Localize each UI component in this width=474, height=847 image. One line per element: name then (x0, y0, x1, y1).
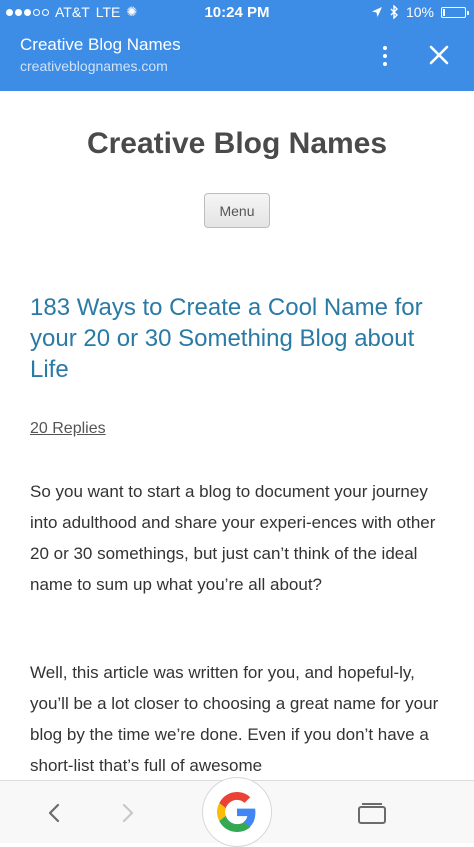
bluetooth-icon (390, 5, 398, 19)
menu-dot (383, 62, 387, 66)
signal-strength-icon (6, 8, 49, 16)
signal-dot (6, 8, 13, 16)
article-paragraph: Well, this article was written for you, … (30, 663, 439, 775)
google-g-icon (217, 792, 256, 832)
menu-dot (383, 46, 387, 50)
menu-button[interactable]: Menu (204, 193, 270, 228)
signal-dot (42, 8, 49, 16)
more-options-icon[interactable] (372, 42, 398, 70)
carrier-name: AT&T (55, 4, 90, 20)
tabs-icon[interactable] (356, 799, 388, 827)
status-bar: AT&T LTE ✺ 10:24 PM 10% (0, 0, 474, 26)
site-title[interactable]: Creative Blog Names (0, 127, 474, 161)
bottom-toolbar (0, 777, 474, 847)
battery-level-fill (443, 8, 445, 16)
tab-title: Creative Blog Names (20, 35, 181, 54)
web-page: Creative Blog Names Menu 183 Ways to Cre… (0, 91, 474, 780)
google-search-button[interactable] (202, 777, 272, 847)
battery-percent: 10% (405, 4, 434, 20)
back-arrow-icon[interactable] (42, 801, 66, 825)
status-right: 10% (371, 4, 469, 20)
signal-dot (33, 8, 40, 16)
status-left: AT&T LTE ✺ (6, 4, 137, 20)
tab-info: Creative Blog Names creativeblognames.co… (20, 34, 181, 75)
signal-dot (24, 8, 31, 16)
replies-link[interactable]: 20 Replies (30, 420, 106, 438)
battery-icon (441, 6, 469, 18)
forward-arrow-icon[interactable] (116, 801, 140, 825)
loading-spinner-icon: ✺ (126, 4, 138, 19)
menu-dot (383, 54, 387, 58)
browser-header: AT&T LTE ✺ 10:24 PM 10% Creative Blog Na… (0, 0, 474, 91)
post-title[interactable]: 183 Ways to Create a Cool Name for your … (30, 292, 450, 385)
article-paragraph: So you want to start a blog to document … (30, 482, 436, 594)
signal-dot (15, 8, 22, 16)
close-icon[interactable] (425, 41, 453, 69)
tab-url: creativeblognames.com (20, 58, 168, 74)
location-arrow-icon (371, 7, 382, 17)
network-type: LTE (95, 4, 121, 20)
